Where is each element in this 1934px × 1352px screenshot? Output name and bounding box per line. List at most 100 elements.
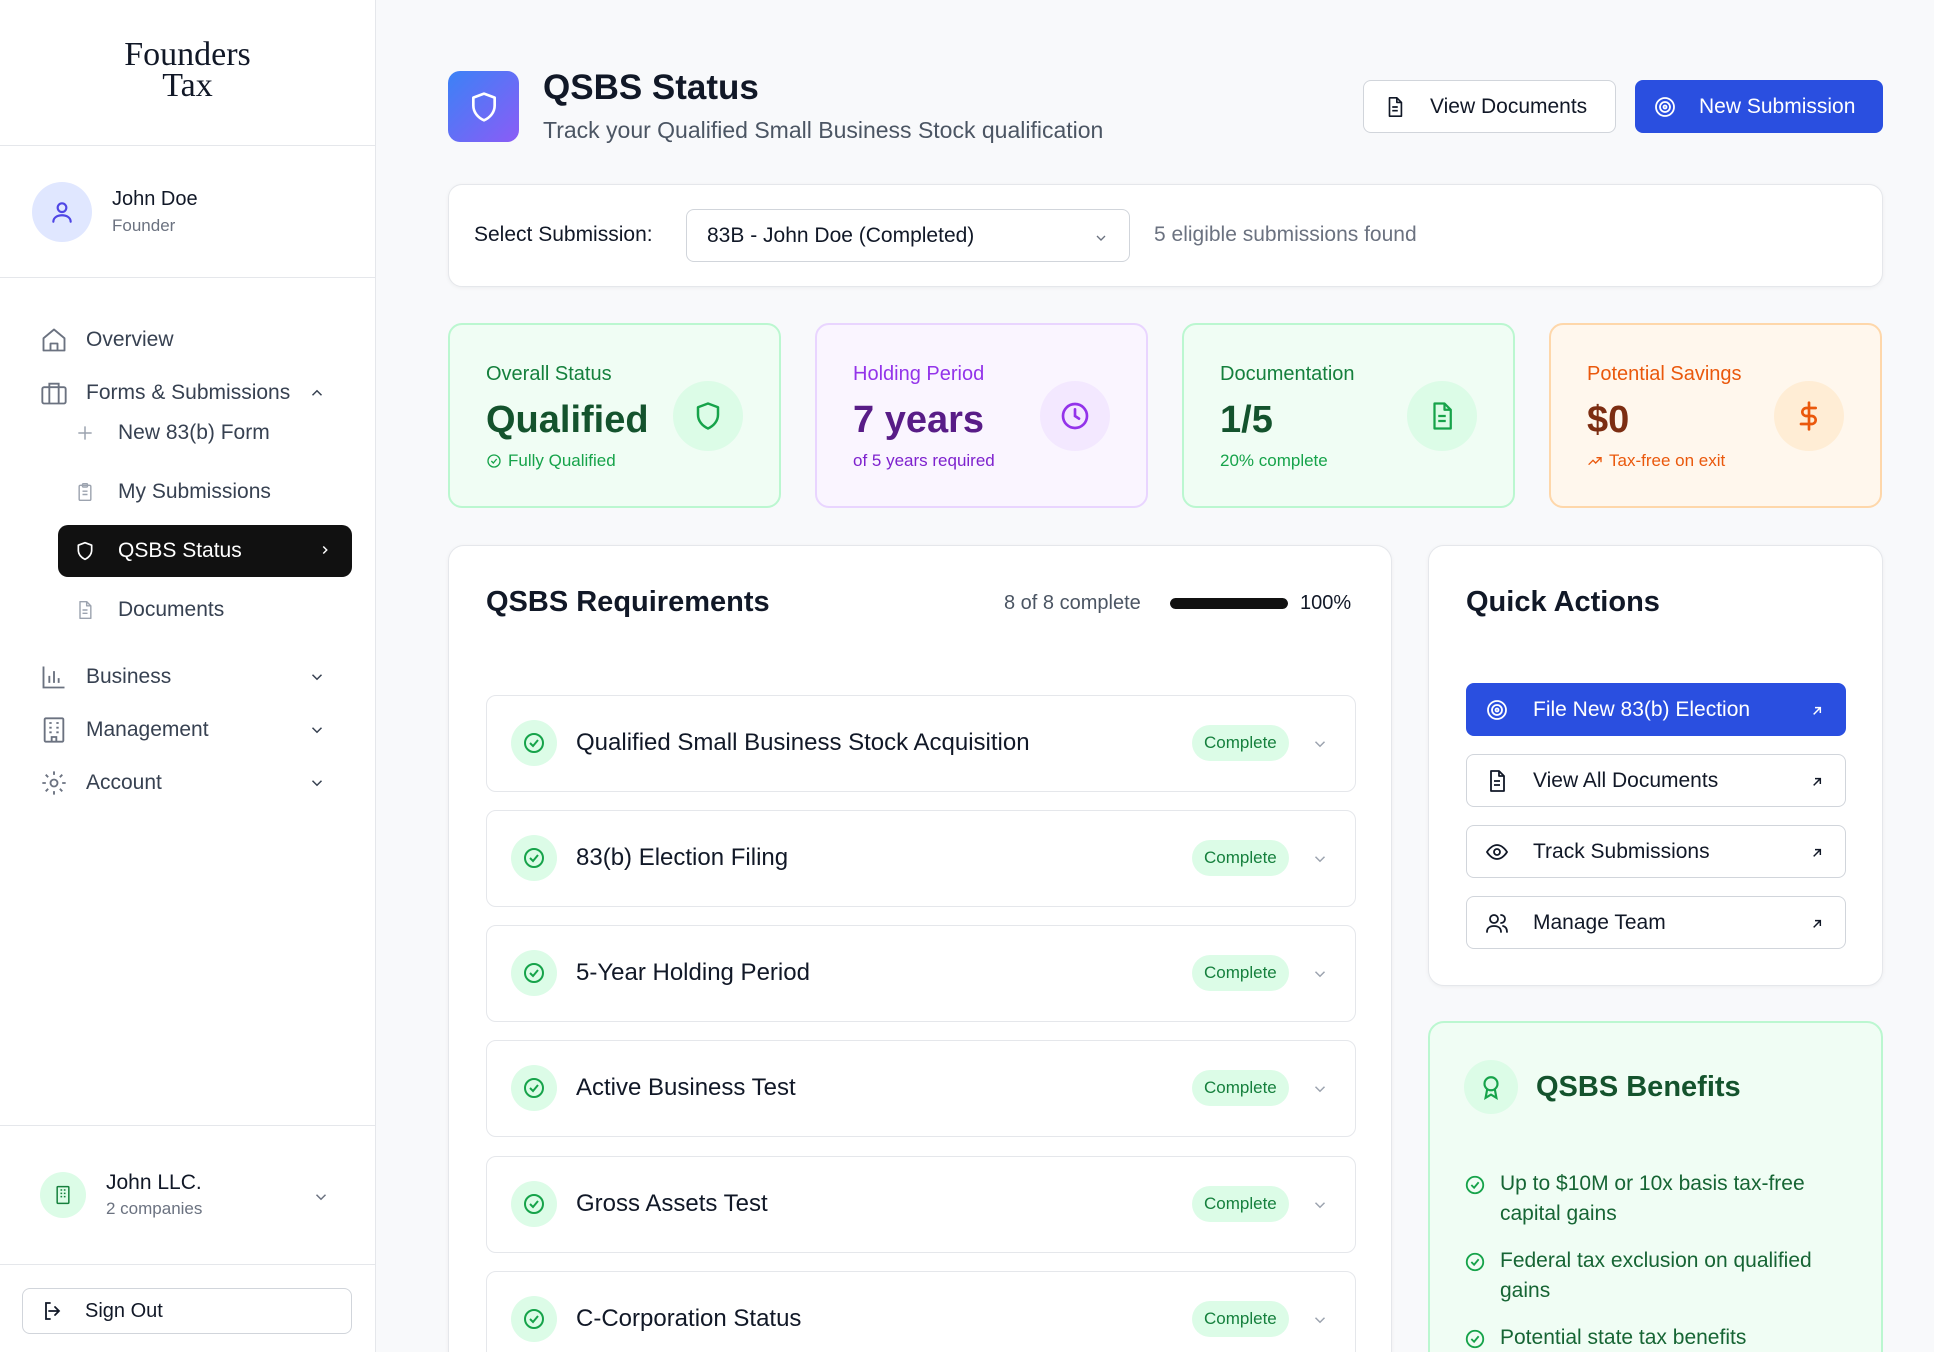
stat-value: 7 years [853, 399, 985, 441]
arrow-up-right-icon [1813, 919, 1822, 928]
benefit-item: Potential state tax benefits [1464, 1323, 1854, 1352]
eligible-count: 5 eligible submissions found [1154, 223, 1417, 246]
status-badge: Complete [1192, 1070, 1289, 1106]
company-name: John LLC. [106, 1171, 202, 1194]
sidebar-item-label: QSBS Status [118, 539, 242, 562]
status-badge: Complete [1192, 840, 1289, 876]
shield-icon [673, 381, 743, 451]
view-documents-label: View Documents [1430, 94, 1588, 118]
arrow-up-right-icon [1813, 706, 1822, 715]
check-circle-icon [511, 720, 557, 766]
chevron-down-icon [315, 1194, 327, 1201]
chevron-down-icon [1314, 971, 1326, 978]
view-all-documents-button[interactable]: View All Documents [1466, 754, 1846, 807]
document-icon [74, 599, 96, 621]
requirements-card: QSBS Requirements 8 of 8 complete 100% Q… [448, 545, 1392, 1352]
submission-select-value: 83B - John Doe (Completed) [707, 223, 975, 247]
progress-fill [1170, 598, 1288, 609]
sidebar-item-qsbs-status[interactable]: QSBS Status [58, 525, 352, 577]
sidebar: Founders Tax John Doe Founder Overview F… [0, 0, 376, 1352]
requirement-name: 5-Year Holding Period [576, 959, 810, 986]
select-submission-label: Select Submission: [474, 223, 653, 246]
new-submission-button[interactable]: New Submission [1635, 80, 1883, 133]
users-icon [1485, 911, 1509, 935]
stat-sub-text: Fully Qualified [508, 451, 616, 470]
requirement-row[interactable]: Gross Assets Test Complete [486, 1156, 1356, 1253]
check-circle-icon [1464, 1328, 1486, 1350]
sidebar-item-account[interactable]: Account [40, 763, 340, 803]
benefit-item: Up to $10M or 10x basis tax-free capital… [1464, 1169, 1854, 1229]
status-badge: Complete [1192, 1186, 1289, 1222]
eye-icon [1485, 840, 1509, 864]
company-count: 2 companies [106, 1199, 203, 1218]
logout-icon [41, 1299, 65, 1323]
status-badge: Complete [1192, 1301, 1289, 1337]
chevron-down-icon [311, 727, 323, 734]
check-circle-icon [511, 950, 557, 996]
stat-sub-text: of 5 years required [853, 451, 995, 470]
stat-label: Holding Period [853, 363, 985, 385]
chevron-up-icon [311, 389, 323, 396]
shield-icon [74, 540, 96, 562]
sidebar-item-my-submissions[interactable]: My Submissions [58, 466, 352, 518]
avatar [32, 181, 92, 242]
trending-up-icon [1587, 453, 1603, 469]
qsbs-benefits-card: QSBS Benefits Up to $10M or 10x basis ta… [1428, 1021, 1883, 1352]
arrow-up-right-icon [1813, 777, 1822, 786]
chevron-down-icon [311, 780, 323, 787]
quick-actions-card: Quick Actions File New 83(b) Election Vi… [1428, 545, 1883, 986]
sidebar-item-label: Documents [118, 598, 225, 621]
benefit-text: Up to $10M or 10x basis tax-free capital… [1500, 1172, 1805, 1225]
requirement-row[interactable]: Active Business Test Complete [486, 1040, 1356, 1137]
sidebar-item-management[interactable]: Management [40, 710, 340, 750]
file-new-83b-button[interactable]: File New 83(b) Election [1466, 683, 1846, 736]
chevron-down-icon [1096, 235, 1106, 241]
stat-sub-text: 20% complete [1220, 451, 1328, 470]
sign-out-label: Sign Out [85, 1299, 163, 1322]
requirements-progress-bar [1170, 598, 1288, 609]
page-icon [448, 71, 519, 142]
sidebar-item-label: My Submissions [118, 480, 271, 503]
sidebar-item-label: Management [86, 718, 209, 741]
company-switcher[interactable]: John LLC. 2 companies [0, 1125, 376, 1265]
chevron-down-icon [1314, 741, 1326, 748]
brand-logo[interactable]: Founders Tax [0, 0, 375, 146]
bar-chart-icon [40, 663, 68, 691]
sidebar-item-business[interactable]: Business [40, 657, 340, 697]
stat-label: Potential Savings [1587, 363, 1742, 385]
stat-card-potential-savings: Potential Savings $0 Tax-free on exit [1549, 323, 1882, 508]
brand-line-2: Tax [162, 66, 213, 104]
submission-select[interactable]: 83B - John Doe (Completed) [686, 209, 1130, 262]
chevron-down-icon [1314, 856, 1326, 863]
dollar-icon [1774, 381, 1844, 451]
requirement-row[interactable]: 5-Year Holding Period Complete [486, 925, 1356, 1022]
document-icon [1384, 96, 1406, 118]
chevron-down-icon [1314, 1086, 1326, 1093]
view-documents-button[interactable]: View Documents [1363, 80, 1616, 133]
benefit-text: Federal tax exclusion on qualified gains [1500, 1249, 1812, 1302]
stat-card-documentation: Documentation 1/5 20% complete [1182, 323, 1515, 508]
manage-team-button[interactable]: Manage Team [1466, 896, 1846, 949]
stat-sub: Fully Qualified [486, 451, 616, 471]
requirement-row[interactable]: Qualified Small Business Stock Acquisiti… [486, 695, 1356, 792]
sidebar-item-label: Overview [86, 328, 174, 351]
requirement-row[interactable]: 83(b) Election Filing Complete [486, 810, 1356, 907]
stat-card-overall-status: Overall Status Qualified Fully Qualified [448, 323, 781, 508]
sign-out-button[interactable]: Sign Out [22, 1288, 352, 1334]
user-profile[interactable]: John Doe Founder [0, 146, 375, 278]
benefits-title: QSBS Benefits [1536, 1071, 1741, 1103]
user-role: Founder [112, 215, 176, 235]
sidebar-item-label: Forms & Submissions [86, 381, 291, 404]
chevron-down-icon [1314, 1202, 1326, 1209]
sidebar-item-overview[interactable]: Overview [40, 320, 340, 360]
sidebar-item-new-form[interactable]: New 83(b) Form [58, 407, 352, 459]
stat-sub-text: Tax-free on exit [1609, 451, 1726, 470]
chevron-right-icon [322, 545, 328, 555]
stat-value: 1/5 [1220, 399, 1273, 441]
requirement-row[interactable]: C-Corporation Status Complete [486, 1271, 1356, 1352]
sidebar-item-documents[interactable]: Documents [58, 584, 352, 636]
page-title: QSBS Status [543, 68, 759, 107]
document-icon [1407, 381, 1477, 451]
track-submissions-button[interactable]: Track Submissions [1466, 825, 1846, 878]
status-badge: Complete [1192, 955, 1289, 991]
